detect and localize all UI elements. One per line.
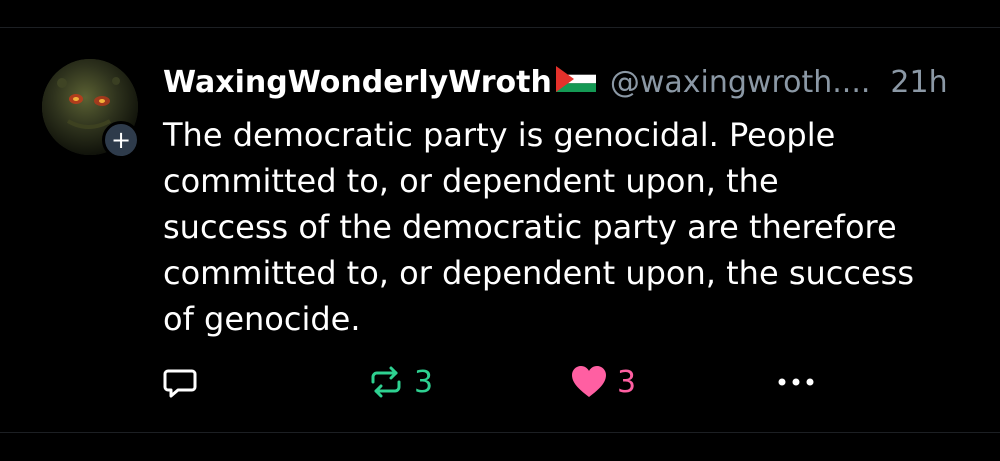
bottom-divider <box>0 432 1000 433</box>
post-header: WaxingWonderlyWroth @waxingwroth.... 21h <box>163 58 973 106</box>
post-body-text: The democratic party is genocidal. Peopl… <box>163 116 914 338</box>
repost-count: 3 <box>414 364 434 400</box>
more-icon <box>778 378 814 386</box>
post-container: + WaxingWonderlyWroth @waxingwroth.... 2… <box>0 0 1000 461</box>
reply-button[interactable] <box>160 358 200 406</box>
more-options-button[interactable] <box>772 358 820 406</box>
display-name[interactable]: WaxingWonderlyWroth <box>163 65 552 100</box>
repost-icon <box>371 366 401 398</box>
like-button[interactable]: 3 <box>569 358 636 406</box>
heart-icon <box>572 366 606 397</box>
reply-icon <box>163 369 197 398</box>
palestine-flag-icon <box>555 65 596 100</box>
top-divider <box>0 27 1000 28</box>
user-handle[interactable]: @waxingwroth.... <box>610 65 871 100</box>
avatar-container[interactable]: + <box>42 59 140 159</box>
plus-icon: + <box>110 126 132 154</box>
follow-add-button[interactable]: + <box>102 121 140 159</box>
post-actions-bar: 3 3 <box>0 358 1000 406</box>
post-timestamp[interactable]: 21h <box>890 65 947 100</box>
like-count: 3 <box>617 364 637 400</box>
repost-button[interactable]: 3 <box>366 358 433 406</box>
